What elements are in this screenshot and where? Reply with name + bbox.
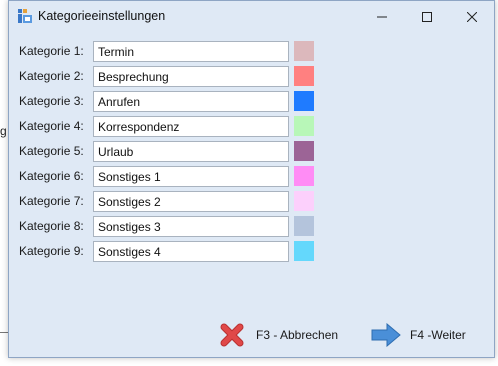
window-title: Kategorieeinstellungen (38, 9, 166, 23)
category-color-swatch-4[interactable] (294, 116, 314, 136)
category-color-swatch-2[interactable] (294, 66, 314, 86)
title-bar[interactable]: Kategorieeinstellungen (9, 1, 494, 32)
category-settings-dialog: Kategorieeinstellungen Kategorie 1: Kate… (8, 0, 495, 358)
next-button[interactable]: F4 -Weiter (371, 320, 466, 350)
category-label: Kategorie 3: (19, 94, 84, 108)
category-name-input-8[interactable] (93, 216, 289, 237)
category-color-swatch-8[interactable] (294, 216, 314, 236)
category-color-swatch-7[interactable] (294, 191, 314, 211)
category-label: Kategorie 5: (19, 144, 84, 158)
category-label: Kategorie 9: (19, 244, 84, 258)
cancel-button[interactable]: F3 - Abbrechen (217, 320, 338, 350)
close-icon (466, 11, 477, 22)
category-row-3: Kategorie 3: (9, 91, 329, 112)
minimize-icon (376, 16, 387, 17)
minimize-button[interactable] (359, 1, 404, 32)
category-row-9: Kategorie 9: (9, 241, 329, 262)
category-name-input-7[interactable] (93, 191, 289, 212)
close-button[interactable] (449, 1, 494, 32)
category-name-input-1[interactable] (93, 41, 289, 62)
arrow-right-icon (371, 323, 401, 347)
category-row-8: Kategorie 8: (9, 216, 329, 237)
category-label: Kategorie 8: (19, 219, 84, 233)
cancel-button-label: F3 - Abbrechen (256, 328, 339, 342)
category-color-swatch-6[interactable] (294, 166, 314, 186)
category-label: Kategorie 7: (19, 194, 84, 208)
category-name-input-4[interactable] (93, 116, 289, 137)
category-name-input-6[interactable] (93, 166, 289, 187)
maximize-icon (421, 11, 432, 22)
category-color-swatch-5[interactable] (294, 141, 314, 161)
settings-app-icon (18, 9, 32, 23)
category-row-6: Kategorie 6: (9, 166, 329, 187)
category-row-7: Kategorie 7: (9, 191, 329, 212)
category-name-input-2[interactable] (93, 66, 289, 87)
category-label: Kategorie 2: (19, 69, 84, 83)
category-color-swatch-9[interactable] (294, 241, 314, 261)
category-row-2: Kategorie 2: (9, 66, 329, 87)
category-color-swatch-3[interactable] (294, 91, 314, 111)
category-color-swatch-1[interactable] (294, 41, 314, 61)
maximize-button[interactable] (404, 1, 449, 32)
category-row-4: Kategorie 4: (9, 116, 329, 137)
category-row-1: Kategorie 1: (9, 41, 329, 62)
next-button-label: F4 -Weiter (410, 328, 466, 342)
category-name-input-5[interactable] (93, 141, 289, 162)
cancel-x-icon (220, 323, 244, 347)
category-name-input-3[interactable] (93, 91, 289, 112)
background-text: g (0, 124, 7, 138)
category-row-5: Kategorie 5: (9, 141, 329, 162)
category-name-input-9[interactable] (93, 241, 289, 262)
category-label: Kategorie 1: (19, 44, 84, 58)
category-label: Kategorie 6: (19, 169, 84, 183)
category-label: Kategorie 4: (19, 119, 84, 133)
